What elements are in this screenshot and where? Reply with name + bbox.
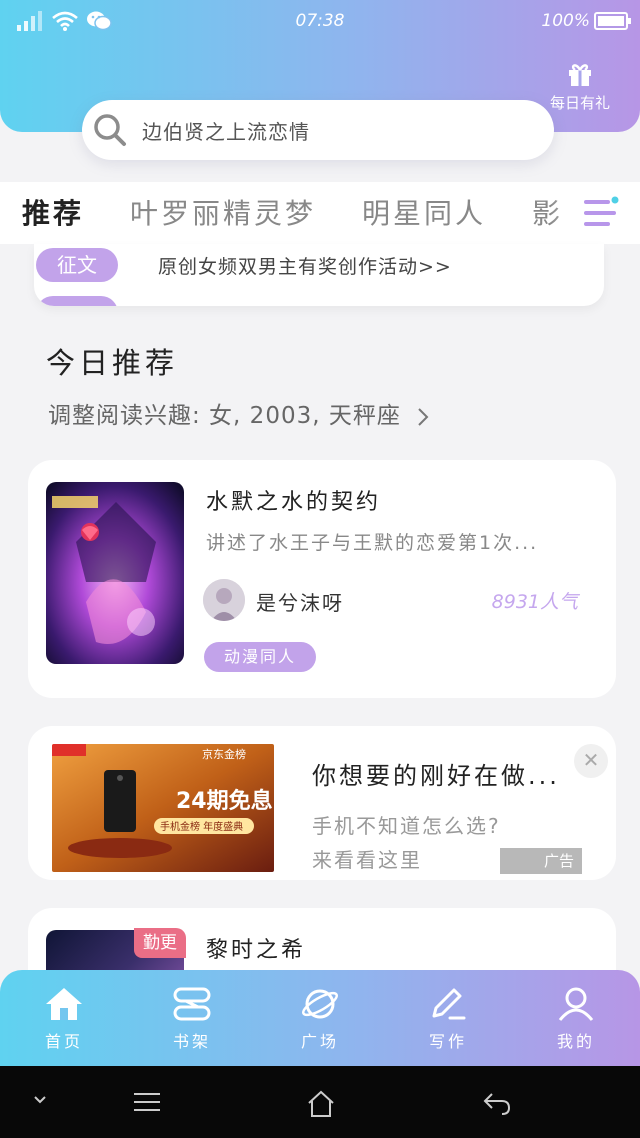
- menu-icon[interactable]: [132, 1090, 162, 1114]
- search-bar[interactable]: 边伯贤之上流恋情: [82, 100, 554, 160]
- activity-tag: 征文: [36, 248, 118, 282]
- search-placeholder: 边伯贤之上流恋情: [142, 119, 310, 144]
- nav-home-label: 首页: [44, 1032, 83, 1051]
- nav-bookshelf[interactable]: 书架: [128, 970, 256, 1066]
- back-icon[interactable]: [482, 1090, 512, 1116]
- pen-icon: [432, 988, 466, 1020]
- nav-plaza-label: 广场: [300, 1032, 339, 1051]
- activity-text: 原创女频双男主有奖创作活动>>: [158, 256, 452, 278]
- popularity-count: 8931人气: [491, 591, 578, 613]
- book-cover-image: [46, 482, 184, 664]
- battery-text: 100%: [541, 11, 590, 31]
- system-home-icon[interactable]: [306, 1090, 336, 1118]
- book-card[interactable]: 勤更 黎时之希: [28, 908, 616, 978]
- nav-profile-label: 我的: [556, 1032, 595, 1051]
- category-menu-icon[interactable]: [584, 196, 620, 230]
- ad-badge: 广告: [500, 848, 582, 874]
- activity-tag-secondary: [36, 296, 118, 306]
- ad-line-2: 来看看这里: [312, 848, 422, 872]
- tab-yeluoli[interactable]: 叶罗丽精灵梦: [130, 192, 316, 232]
- nav-bookshelf-label: 书架: [172, 1032, 211, 1051]
- reading-interest-text: 调整阅读兴趣: 女, 2003, 天秤座: [48, 403, 401, 429]
- gift-label: 每日有礼: [549, 94, 610, 112]
- book-title: 水默之水的契约: [206, 490, 382, 515]
- bookshelf-icon: [173, 987, 211, 1021]
- ad-image: 京东金榜 24期免息 手机金榜 年度盛典: [52, 744, 274, 872]
- nav-write[interactable]: 写作: [384, 970, 512, 1066]
- ad-brand-text: 京东金榜: [202, 747, 246, 761]
- reading-interest-link[interactable]: 调整阅读兴趣: 女, 2003, 天秤座: [48, 396, 431, 430]
- author-avatar[interactable]: [203, 579, 245, 621]
- chevron-right-icon: [418, 407, 429, 426]
- ad-close-button[interactable]: ✕: [574, 744, 608, 778]
- home-icon: [46, 988, 82, 1020]
- ad-line-1: 手机不知道怎么选?: [312, 814, 501, 838]
- status-bar: 07:38 100%: [0, 0, 640, 44]
- nav-plaza[interactable]: 广场: [256, 970, 384, 1066]
- ad-sub-text: 手机金榜 年度盛典: [160, 820, 243, 833]
- book-description: 讲述了水王子与王默的恋爱第1次...: [206, 532, 539, 554]
- ad-card[interactable]: 京东金榜 24期免息 手机金榜 年度盛典 你想要的刚好在做... 手机不知道怎么…: [28, 726, 616, 880]
- profile-icon: [558, 987, 594, 1021]
- activity-banner[interactable]: 征文 原创女频双男主有奖创作活动>>: [34, 244, 604, 306]
- nav-write-label: 写作: [428, 1032, 467, 1051]
- tab-celebrity[interactable]: 明星同人: [362, 192, 486, 232]
- search-icon: [94, 114, 126, 146]
- tab-recommend[interactable]: 推荐: [22, 192, 84, 232]
- ad-badge-label: 广告: [543, 852, 574, 870]
- ad-title: 你想要的刚好在做...: [312, 762, 560, 790]
- planet-icon: [302, 989, 338, 1019]
- nav-home[interactable]: 首页: [0, 970, 128, 1066]
- section-title: 今日推荐: [46, 346, 179, 380]
- battery-icon: [594, 12, 631, 30]
- chevron-down-icon[interactable]: [30, 1090, 50, 1110]
- author-name[interactable]: 是兮沫呀: [256, 587, 344, 616]
- genre-tag[interactable]: 动漫同人: [204, 642, 316, 672]
- ad-promo-text: 24期免息: [176, 788, 273, 814]
- daily-gift-button[interactable]: 每日有礼: [540, 60, 620, 113]
- gift-icon: [569, 64, 591, 86]
- bottom-nav: 首页 书架 广场 写作 我的: [0, 970, 640, 1066]
- update-badge: 勤更: [134, 928, 186, 958]
- system-nav-bar: [0, 1066, 640, 1138]
- category-tabs: 推荐 叶罗丽精灵梦 明星同人 影: [0, 182, 640, 244]
- nav-profile[interactable]: 我的: [512, 970, 640, 1066]
- book-card[interactable]: 水默之水的契约 讲述了水王子与王默的恋爱第1次... 是兮沫呀 8931人气 动…: [28, 460, 616, 698]
- book-title: 黎时之希: [206, 938, 307, 963]
